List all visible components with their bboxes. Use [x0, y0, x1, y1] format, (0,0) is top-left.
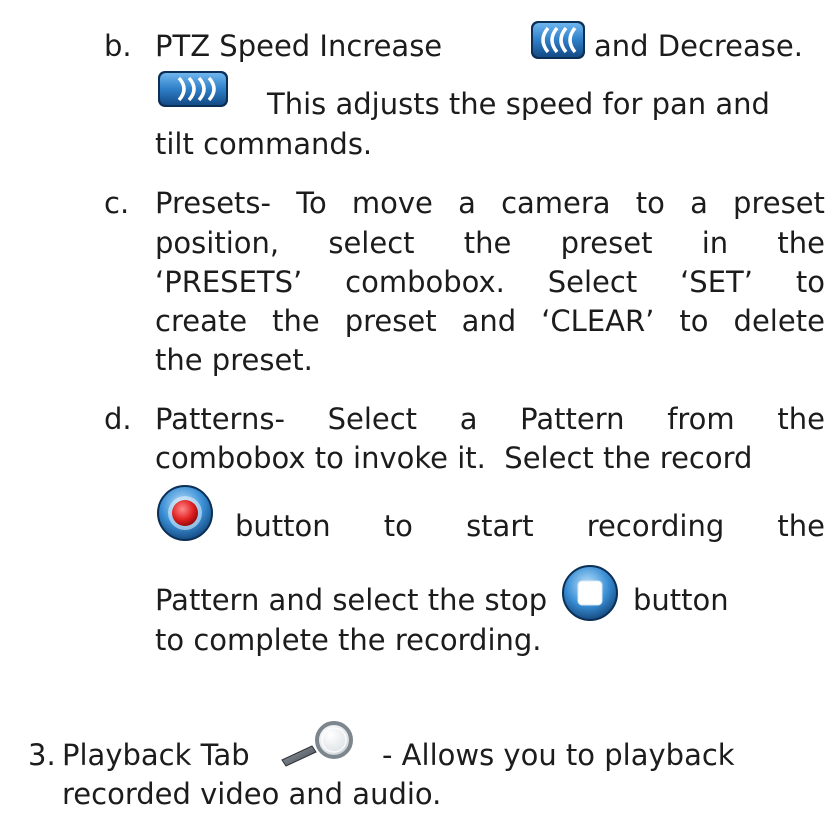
- item-d-marker: d.: [104, 402, 132, 436]
- word: to: [795, 265, 825, 299]
- word: ‘SET’: [680, 265, 753, 299]
- word: To: [296, 186, 327, 220]
- section3-line1-a: Playback Tab: [62, 738, 250, 772]
- item-b-line2: This adjusts the speed for pan and: [267, 87, 770, 121]
- word: a: [458, 186, 476, 220]
- word: camera: [501, 186, 611, 220]
- word: the: [272, 304, 320, 338]
- item-d-line1: Patterns- Select a Pattern from the: [155, 401, 825, 437]
- word: in: [701, 226, 729, 260]
- speed-decrease-icon: [158, 71, 228, 107]
- item-b-line1-a: PTZ Speed Increase: [155, 29, 443, 63]
- word: ‘PRESETS’: [155, 265, 303, 299]
- word: create: [155, 304, 248, 338]
- word: position,: [155, 226, 280, 260]
- section3-line2: recorded video and audio.: [62, 777, 442, 811]
- speed-increase-icon: [531, 21, 585, 59]
- stop-button-icon: [562, 565, 618, 621]
- word: from: [667, 402, 735, 436]
- word: ‘CLEAR’: [541, 304, 655, 338]
- word: select: [328, 226, 415, 260]
- item-b-line1-b: and Decrease.: [594, 29, 803, 63]
- item-d-line5: button: [633, 583, 729, 617]
- word: to: [383, 509, 413, 543]
- word: delete: [733, 304, 825, 338]
- word: the: [777, 402, 825, 436]
- word: a: [690, 186, 708, 220]
- word: button: [235, 509, 331, 543]
- item-b-line3: tilt commands.: [155, 127, 373, 161]
- word: preset: [344, 304, 437, 338]
- word: Presets-: [155, 186, 271, 220]
- word: preset: [733, 186, 825, 220]
- word: Select: [327, 402, 418, 436]
- item-c-line2: position, select the preset in the: [155, 225, 825, 261]
- word: start: [466, 509, 534, 543]
- record-button-icon: [157, 485, 213, 541]
- document-page: b. PTZ Speed Increase and Decrease. This…: [0, 0, 835, 818]
- word: the: [777, 226, 825, 260]
- word: Patterns-: [155, 402, 285, 436]
- word: a: [459, 402, 478, 436]
- word: the: [777, 509, 825, 543]
- section3-line1-b: - Allows you to playback: [382, 738, 735, 772]
- item-d-line3: button to start recording the: [235, 508, 825, 544]
- section3-marker: 3.: [28, 738, 56, 772]
- item-c-marker: c.: [104, 186, 130, 220]
- item-c-line4: create the preset and ‘CLEAR’ to delete: [155, 303, 825, 339]
- magnifier-icon: [281, 721, 353, 767]
- item-d-line6: to complete the recording.: [155, 623, 542, 657]
- word: to: [679, 304, 709, 338]
- word: to: [635, 186, 665, 220]
- item-d-line2: combobox to invoke it. Select the record: [155, 441, 753, 475]
- word: and: [461, 304, 517, 338]
- word: recording: [586, 509, 725, 543]
- item-c-line3: ‘PRESETS’ combobox. Select ‘SET’ to: [155, 264, 825, 300]
- word: combobox.: [345, 265, 505, 299]
- item-b-marker: b.: [104, 29, 132, 63]
- item-c-line5: the preset.: [155, 343, 313, 377]
- word: the: [463, 226, 512, 260]
- word: Pattern: [520, 402, 625, 436]
- word: preset: [560, 226, 653, 260]
- item-c-line1: Presets- To move a camera to a preset: [155, 185, 825, 221]
- word: Select: [547, 265, 638, 299]
- item-d-line4: Pattern and select the stop: [155, 583, 548, 617]
- word: move: [351, 186, 433, 220]
